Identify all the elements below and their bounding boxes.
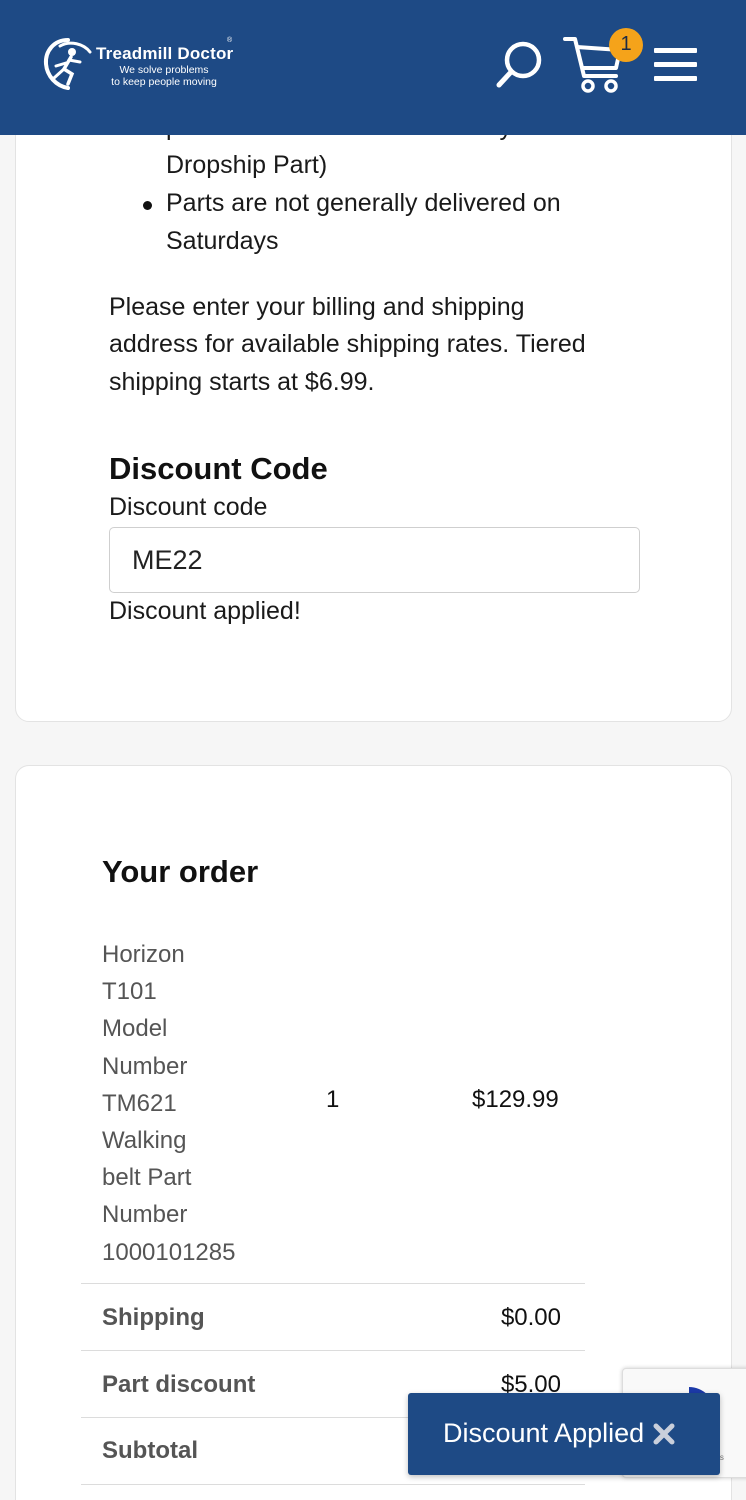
shipping-note-line3: shipping starts at $6.99.	[109, 368, 375, 396]
tagline-line-1: We solve problems	[119, 64, 209, 76]
subtotal-label: Subtotal	[102, 1437, 198, 1464]
bullet-point	[143, 201, 152, 210]
treadmill-doctor-logo[interactable]: Treadmill Doctor ® We solve problems to …	[42, 36, 242, 96]
brand-tagline: We solve problems to keep people moving	[104, 64, 224, 88]
shipping-label: Shipping	[102, 1304, 205, 1331]
bullet1-line2: Dropship Part)	[166, 151, 328, 179]
product-name-line: 1000101285	[102, 1238, 236, 1266]
discount-code-label: Discount code	[109, 493, 268, 521]
site-header: Treadmill Doctor ® We solve problems to …	[0, 0, 746, 135]
product-quantity: 1	[326, 1086, 340, 1113]
bullet2-line1: Parts are not generally delivered on	[166, 189, 561, 217]
product-name-line: Number	[102, 1201, 188, 1229]
registered-mark: ®	[227, 37, 233, 44]
shipping-value: $0.00	[500, 1304, 561, 1331]
product-price: $129.99	[472, 1086, 559, 1113]
order-title: Your order	[102, 854, 259, 889]
part-discount-label: Part discount	[102, 1371, 256, 1398]
toast-message: Discount Applied	[443, 1418, 645, 1448]
product-name-line: belt Part	[102, 1164, 192, 1192]
product-name-line: T101	[102, 978, 157, 1006]
product-name: Horizon T101 Model Number TM621 Walking …	[102, 936, 262, 1271]
cart-count-badge[interactable]: 1	[609, 28, 643, 62]
checkout-page: Treadmill Doctor ® We solve problems to …	[0, 0, 746, 1500]
product-name-line: Number	[102, 1052, 188, 1080]
tagline-line-2: to keep people moving	[111, 76, 217, 88]
billing-card: provide faster deliveries on any Dropshi…	[15, 60, 732, 722]
divider	[81, 1484, 585, 1485]
close-x-icon[interactable]	[652, 1422, 676, 1446]
divider	[81, 1283, 585, 1284]
product-name-line: Model	[102, 1015, 168, 1043]
discount-code-input[interactable]	[109, 527, 640, 593]
shipping-note-line2: address for available shipping rates. Ti…	[109, 330, 586, 358]
discount-applied-toast: Discount Applied	[408, 1393, 720, 1475]
shipping-note-line1: Please enter your billing and shipping	[109, 293, 525, 321]
product-name-line: Walking	[102, 1127, 187, 1155]
divider	[81, 1350, 585, 1351]
product-name-line: TM621	[102, 1089, 177, 1117]
discount-status-message: Discount applied!	[109, 597, 301, 625]
bullet2-line2: Saturdays	[166, 227, 279, 255]
runner-logo-icon	[43, 38, 92, 90]
discount-heading: Discount Code	[109, 451, 328, 486]
search-icon[interactable]	[494, 38, 546, 90]
product-name-line: Horizon	[102, 941, 185, 968]
brand-name: Treadmill Doctor	[96, 44, 234, 63]
hamburger-menu-icon[interactable]	[654, 48, 698, 82]
